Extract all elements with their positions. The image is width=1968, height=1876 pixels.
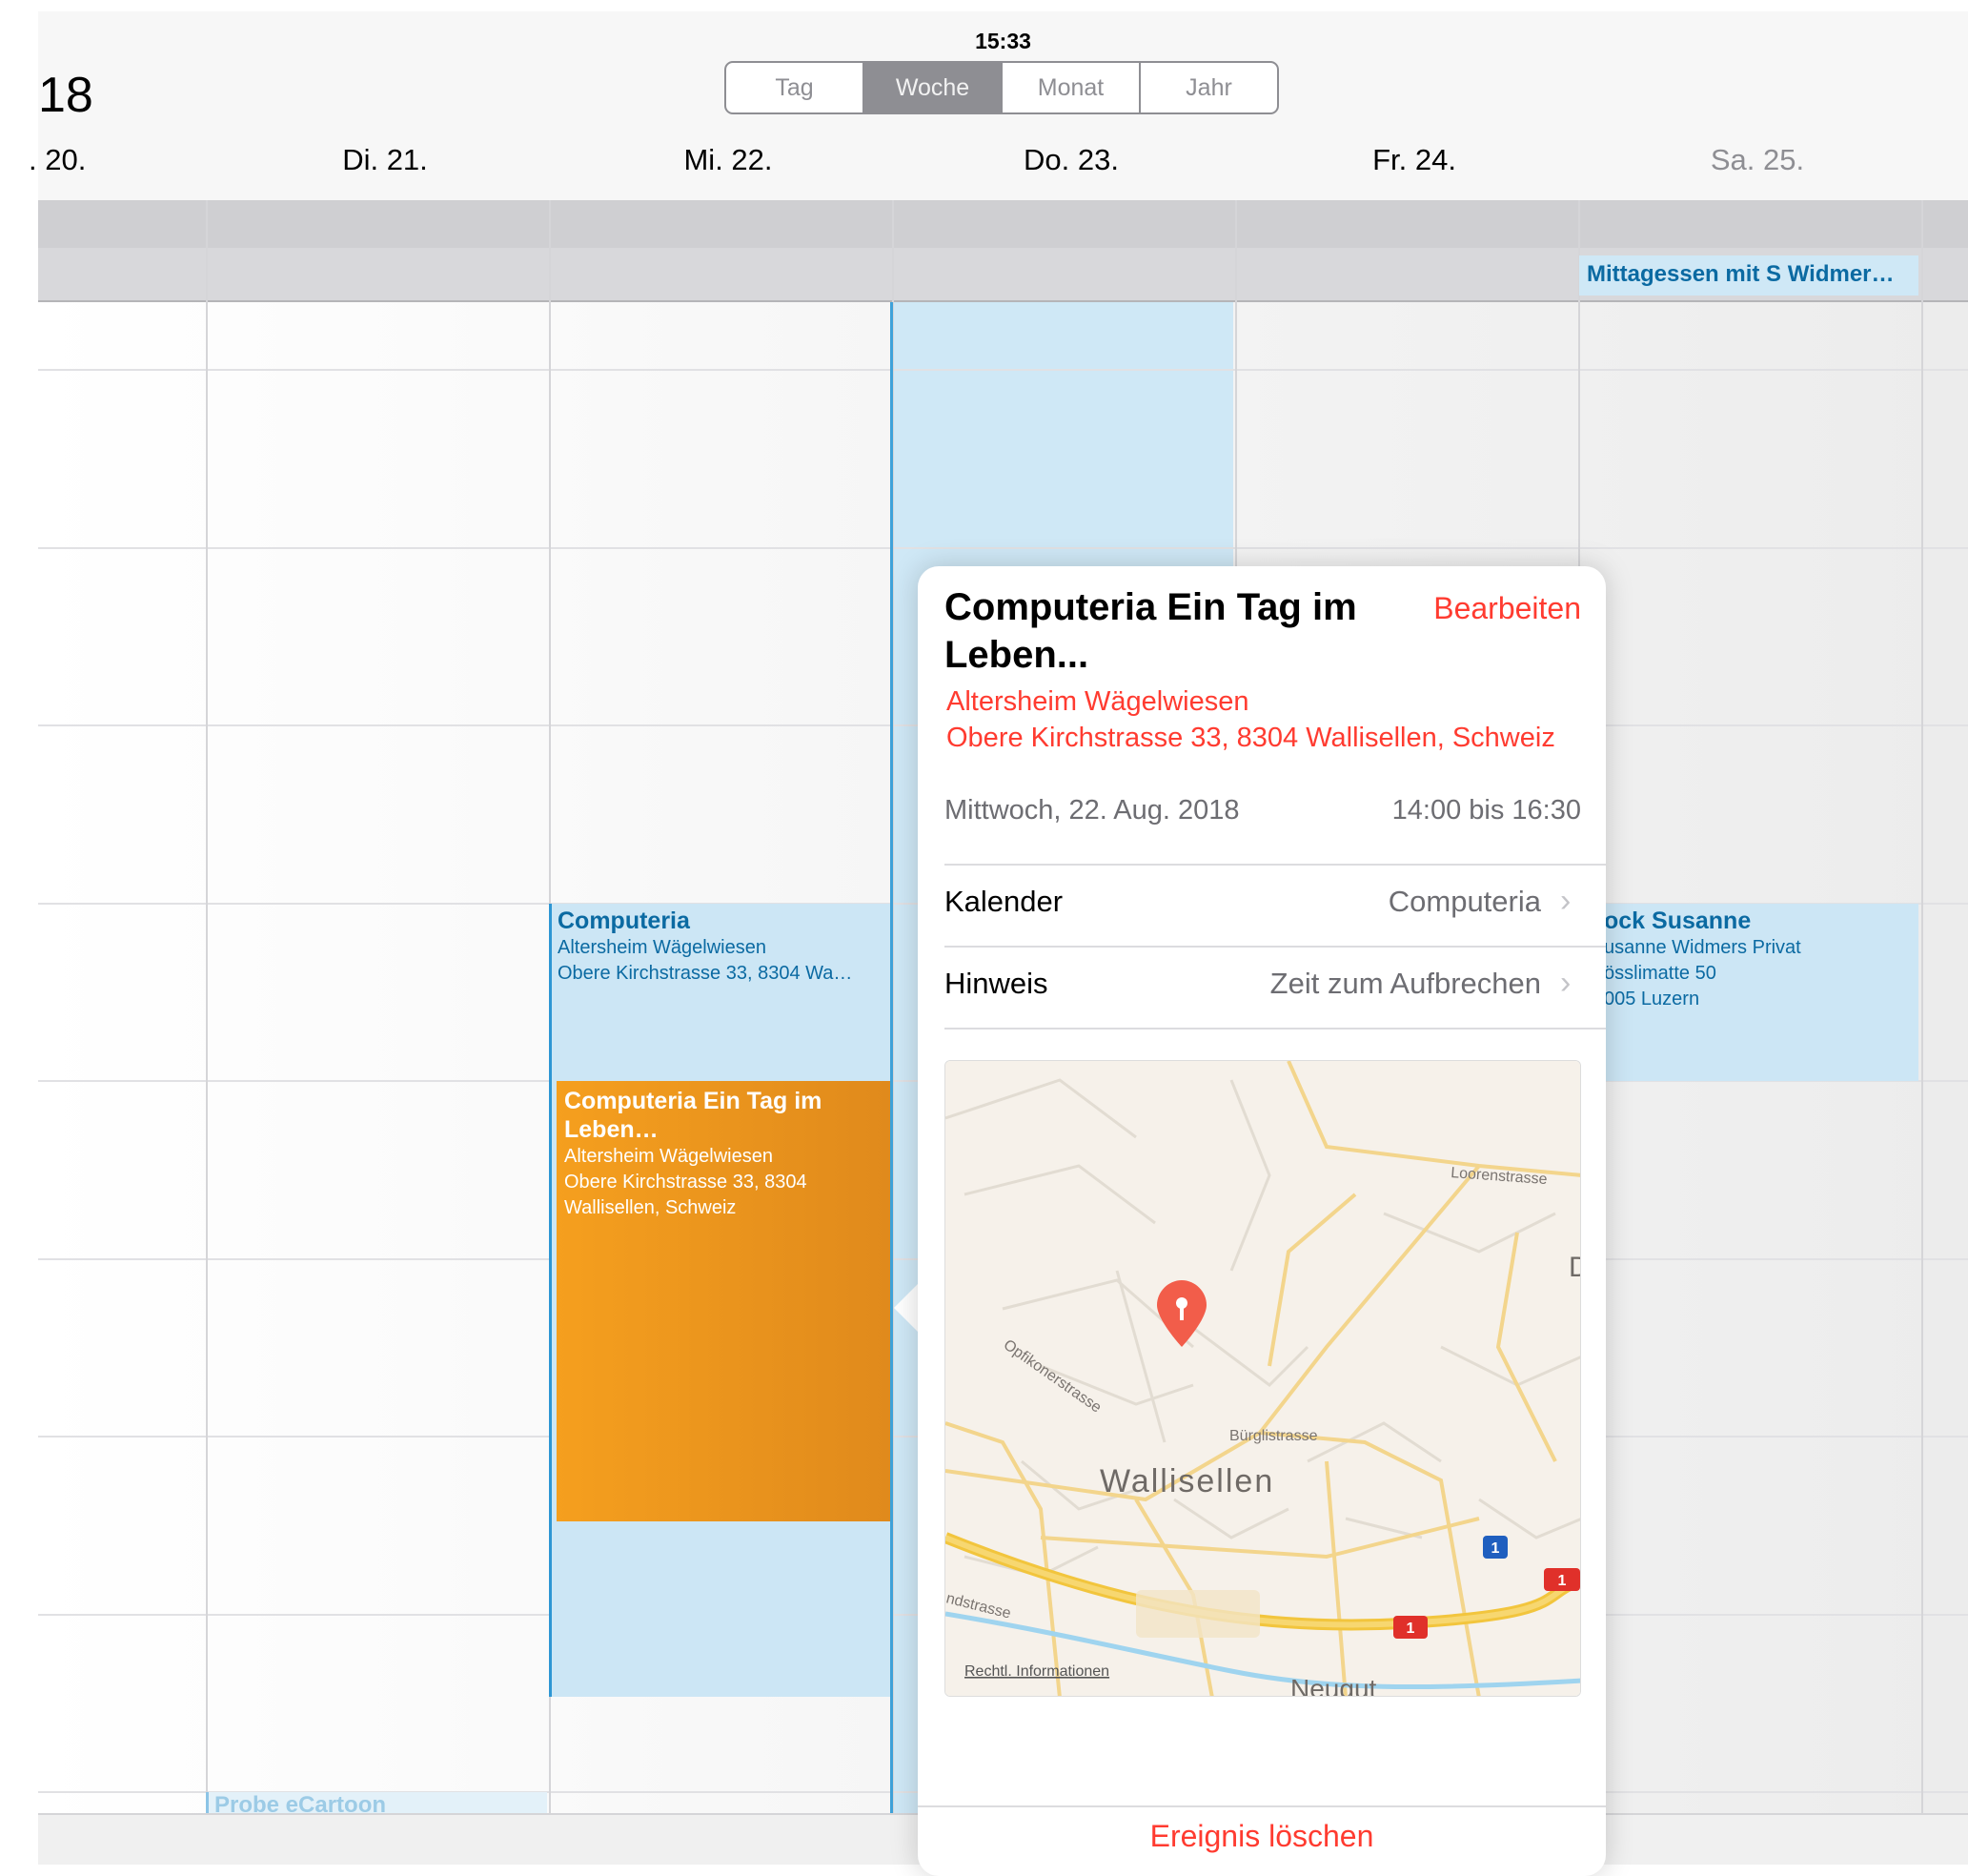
year-title: 18 [38,68,93,123]
location-name-link[interactable]: Altersheim Wägelwiesen [946,686,1249,718]
event-address-city: Wallisellen, Schweiz [564,1197,737,1218]
event-title: Computeria [558,907,690,934]
event-susanne[interactable]: ock Susanne usanne Widmers Privat össlim… [1579,904,1918,1081]
event-location: usanne Widmers Privat [1604,937,1801,958]
calendar-label: Kalender [944,885,1064,918]
day-header-wed[interactable]: Mi. 22. [557,143,900,177]
event-time: 14:00 bis 16:30 [1391,795,1581,826]
day-header-thu[interactable]: Do. 23. [900,143,1243,177]
segment-day[interactable]: Tag [726,63,864,112]
alert-label: Hinweis [944,967,1048,1000]
map-graphic: 1 1 1 Loorenstrasse Opfikonerstrasse Bür… [945,1061,1581,1697]
event-title: ock Susanne [1604,907,1752,934]
map-label-neugut: Neugut [1290,1674,1377,1697]
highway-shield-red-number: 1 [1407,1621,1415,1637]
alert-value: Zeit zum Aufbrechen [1269,967,1541,1000]
popover-arrow [894,1283,919,1333]
status-bar-time: 15:33 [975,29,1031,53]
separator [944,1028,1606,1030]
segment-year[interactable]: Jahr [1141,63,1277,112]
event-location: Altersheim Wägelwiesen [564,1146,773,1167]
day-header-tue[interactable]: Di. 21. [213,143,557,177]
map-label-edge: D [1569,1252,1581,1283]
day-divider [1921,200,1923,1813]
highway-shield-blue-number: 1 [1491,1540,1500,1557]
calendar-row[interactable]: Kalender Computeria › [918,866,1606,1209]
view-segmented-control: Tag Woche Monat Jahr [724,61,1279,114]
day-header-mon[interactable]: . 20. [0,143,158,177]
edit-button[interactable]: Bearbeiten [1413,591,1581,626]
alert-row[interactable]: Hinweis Zeit zum Aufbrechen › [918,948,1606,1028]
event-detail-popover: Computeria Ein Tag im Leben... Bearbeite… [918,566,1606,1876]
event-location: Altersheim Wägelwiesen [558,937,766,958]
event-address-city: 005 Luzern [1604,989,1700,1009]
allday-band-top [38,200,1968,248]
event-computeria-ein-tag[interactable]: Computeria Ein Tag im Leben… Altersheim … [557,1081,890,1521]
popover-title: Computeria Ein Tag im Leben... [944,586,1357,676]
separator [918,1805,1606,1807]
event-address: Obere Kirchstrasse 33, 8304 Wa… [558,963,853,984]
hour-line [38,369,1968,371]
calendar-value: Computeria [1388,885,1541,918]
segment-month[interactable]: Monat [1003,63,1141,112]
map-label-wallisellen: Wallisellen [1100,1463,1274,1499]
delete-event-button[interactable]: Ereignis löschen [918,1819,1606,1854]
event-address: Obere Kirchstrasse 33, 8304 [564,1172,807,1193]
current-day-line [890,302,893,1813]
allday-event-lunch[interactable]: Mittagessen mit S Widmer… [1579,255,1918,296]
event-date: Mittwoch, 22. Aug. 2018 [944,795,1240,826]
day-header-sat[interactable]: Sa. 25. [1586,143,1929,177]
event-probe-ecartoon[interactable]: Probe eCartoon [206,1792,547,1813]
day-divider [206,200,208,1813]
day-header-fri[interactable]: Fr. 24. [1243,143,1586,177]
hour-line [38,547,1968,549]
segment-week[interactable]: Woche [864,63,1003,112]
event-title: Computeria Ein Tag im Leben… [564,1088,822,1143]
map-label-buerglistrasse: Bürglistrasse [1229,1428,1318,1444]
highway-shield-red-number: 1 [1558,1573,1567,1589]
location-map[interactable]: 1 1 1 Loorenstrasse Opfikonerstrasse Bür… [944,1060,1581,1697]
event-address: össlimatte 50 [1604,963,1716,984]
chevron-right-icon: › [1560,965,1572,1001]
chevron-right-icon: › [1560,883,1572,919]
legal-info-link: Rechtl. Informationen [964,1663,1109,1680]
location-address-link[interactable]: Obere Kirchstrasse 33, 8304 Wallisellen,… [946,723,1555,754]
